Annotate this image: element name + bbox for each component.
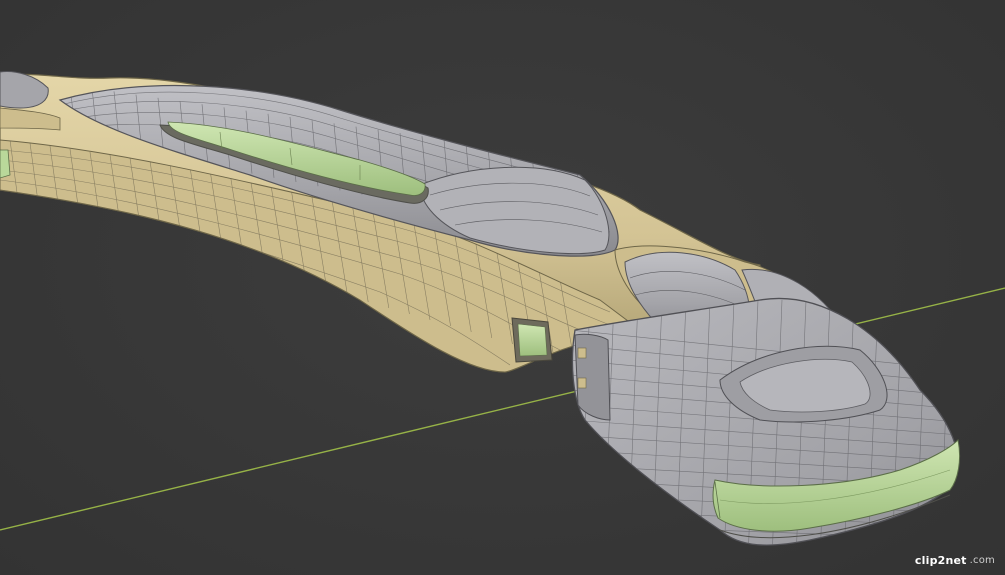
watermark-tld: .com [969, 555, 995, 566]
3d-viewport[interactable]: clip2net .com [0, 0, 1005, 575]
side-vent [511, 317, 553, 363]
model-scene [0, 71, 1005, 546]
watermark-brand: clip2net [914, 554, 967, 567]
watermark: clip2net .com [915, 554, 995, 567]
